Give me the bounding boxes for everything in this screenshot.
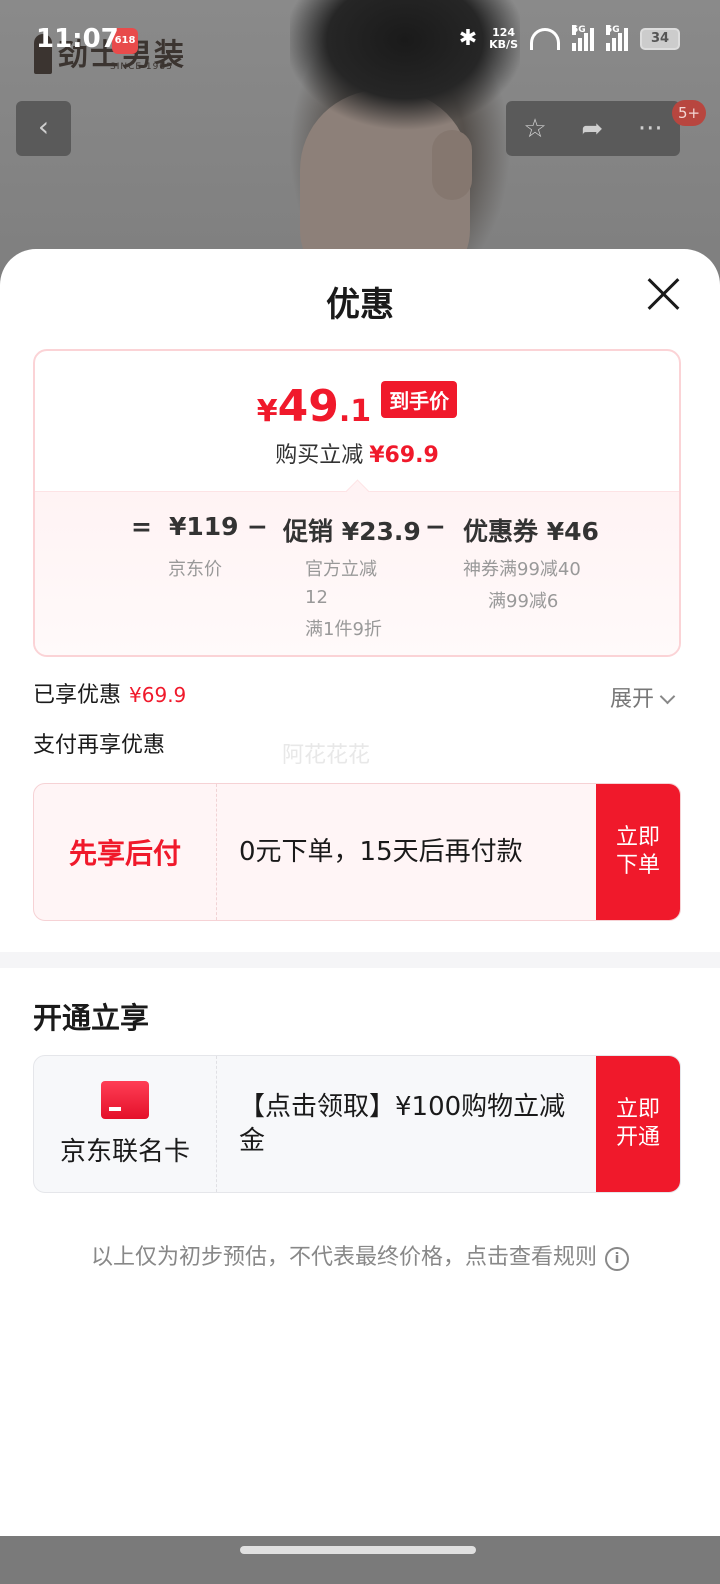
disclaimer-link[interactable]: 以上仅为初步预估，不代表最终价格，点击查看规则 i — [0, 1239, 720, 1271]
expand-label: 展开 — [610, 687, 655, 712]
pay-more-label: 支付再享优惠 — [33, 733, 166, 758]
chevron-down-icon — [659, 688, 676, 705]
signal-icon: 5G — [572, 24, 594, 51]
promo-detail-3: 满1件9折 — [305, 619, 382, 640]
promo-detail-2: 12 — [305, 587, 328, 608]
formula-equals: = — [131, 512, 152, 541]
back-button[interactable]: ‹ — [16, 101, 71, 156]
notification-badge: 5+ — [672, 100, 706, 126]
battery-icon: 34 — [640, 27, 680, 50]
final-price: ¥49.1 — [257, 381, 371, 432]
bnpl-desc: 0元下单，15天后再付款 — [239, 837, 523, 867]
jd-price: ¥119 — [169, 512, 239, 541]
home-indicator[interactable] — [240, 1546, 476, 1554]
promo-detail-1: 官方立减 — [305, 559, 377, 580]
cobrand-card-title: 京东联名卡 — [59, 1136, 190, 1167]
back-arrow-icon: ‹ — [37, 110, 50, 143]
price-formula-section: = ¥119 − 促销 ¥23.9 − 优惠券 ¥46 京东价 官方立减 12 … — [35, 491, 679, 655]
cobrand-card-info: 京东联名卡 — [34, 1056, 217, 1192]
close-icon[interactable] — [640, 271, 686, 317]
enjoyed-value: ¥69.9 — [129, 683, 187, 707]
open-now-button[interactable]: 立即 开通 — [596, 1056, 680, 1192]
info-icon: i — [605, 1247, 629, 1271]
enjoyed-discount-row: 已享优惠 ¥69.9 — [33, 677, 186, 709]
formula-minus-1: − — [247, 512, 268, 541]
price-breakdown-card: ¥49.1 到手价 购买立减 ¥69.9 = ¥119 − 促销 ¥23.9 − … — [33, 349, 681, 657]
network-type-1: 5G — [572, 24, 586, 35]
nav-actions: ☆ ➦ ··· — [506, 101, 680, 156]
share-icon[interactable]: ➦ — [581, 114, 603, 144]
instant-reduce-label: 购买立减 — [275, 443, 364, 468]
formula-minus-2: − — [425, 512, 446, 541]
instant-reduce-value: ¥69.9 — [369, 443, 439, 468]
status-time: 11:07 — [36, 24, 119, 54]
bnpl-offer-card[interactable]: 先享后付 0元下单，15天后再付款 立即 下单 — [33, 783, 681, 921]
status-icons: ✱ 124 KB/S 5G 5G 34 — [458, 24, 680, 51]
disclaimer-text: 以上仅为初步预估，不代表最终价格，点击查看规则 — [90, 1245, 597, 1270]
cobrand-card-offer[interactable]: 京东联名卡 【点击领取】¥100购物立减金 立即 开通 — [33, 1055, 681, 1193]
final-price-tag: 到手价 — [381, 381, 458, 418]
star-icon[interactable]: ☆ — [523, 114, 546, 144]
final-price-integer: 49 — [277, 381, 339, 432]
discount-sheet: 优惠 ¥49.1 到手价 购买立减 ¥69.9 = ¥119 − 促销 ¥23.9… — [0, 249, 720, 1584]
watermark: 阿花花花 — [282, 743, 371, 768]
coupon-detail-1: 神券满99减40 — [463, 559, 581, 580]
network-speed-value: 124 — [492, 25, 516, 39]
model-ear — [432, 130, 472, 200]
jd-price-label: 京东价 — [168, 559, 222, 580]
status-bar: 11:07 ✱ 124 KB/S 5G 5G 34 — [0, 0, 720, 80]
promo-amount: 促销 ¥23.9 — [283, 517, 421, 546]
instant-reduce-row: 购买立减 ¥69.9 — [35, 437, 679, 469]
network-speed-unit: KB/S — [489, 37, 518, 51]
sheet-title: 优惠 — [326, 285, 394, 325]
wifi-icon — [530, 27, 560, 50]
final-price-section: ¥49.1 到手价 购买立减 ¥69.9 — [35, 351, 679, 491]
coupon-amount: 优惠券 ¥46 — [463, 517, 599, 546]
signal-icon: 5G — [606, 24, 628, 51]
final-price-decimal: .1 — [338, 394, 372, 429]
coupon-detail-2: 满99减6 — [488, 591, 559, 612]
bnpl-title: 先享后付 — [34, 784, 217, 920]
cobrand-card-desc: 【点击领取】¥100购物立减金 — [239, 1092, 566, 1156]
network-speed: 124 KB/S — [489, 25, 518, 51]
bank-card-icon — [101, 1080, 149, 1119]
final-price-row: ¥49.1 到手价 — [35, 381, 679, 432]
enjoyed-label: 已享优惠 — [33, 683, 122, 708]
navigation-bar — [0, 1536, 720, 1584]
open-section-title: 开通立享 — [33, 1001, 150, 1035]
more-icon[interactable]: ··· — [638, 114, 663, 144]
network-type-2: 5G — [606, 24, 620, 35]
expand-toggle[interactable]: 展开 — [610, 681, 676, 713]
section-divider — [0, 952, 720, 968]
final-price-currency: ¥ — [256, 394, 278, 429]
bluetooth-icon: ✱ — [458, 26, 478, 51]
order-now-button[interactable]: 立即 下单 — [596, 784, 680, 920]
